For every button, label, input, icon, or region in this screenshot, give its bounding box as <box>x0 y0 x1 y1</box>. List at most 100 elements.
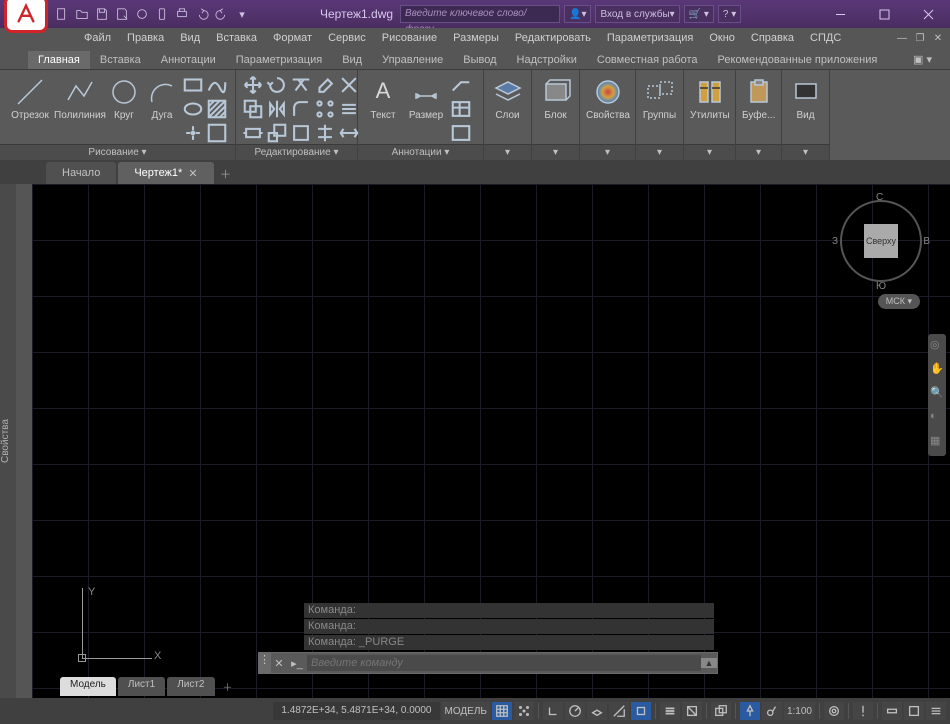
circle-button[interactable]: Круг <box>106 74 142 142</box>
tab-manage[interactable]: Управление <box>372 51 453 69</box>
properties-button[interactable]: Свойства <box>586 74 630 142</box>
doctab-start[interactable]: Начало <box>46 162 116 184</box>
wcs-selector[interactable]: МСК ▾ <box>878 294 920 309</box>
groups-button[interactable]: Группы <box>642 74 677 142</box>
dimension-button[interactable]: Размер <box>404 74 448 142</box>
tab-annotate[interactable]: Аннотации <box>151 51 226 69</box>
doctab-add[interactable]: ＋ <box>216 164 236 184</box>
rectangle-icon[interactable] <box>182 74 204 96</box>
pan-icon[interactable]: ✋ <box>930 362 944 380</box>
status-annovis-icon[interactable] <box>762 702 782 720</box>
saveas-icon[interactable] <box>113 5 131 23</box>
trim-icon[interactable] <box>290 74 312 96</box>
offset-icon[interactable] <box>338 98 360 120</box>
region-icon[interactable] <box>206 122 228 144</box>
scale-icon[interactable] <box>266 122 288 144</box>
tab-view[interactable]: Вид <box>332 51 372 69</box>
layers-button[interactable]: Слои <box>490 74 525 142</box>
panel-draw-title[interactable]: Рисование ▾ <box>0 144 235 160</box>
status-lwt-icon[interactable] <box>660 702 680 720</box>
save-icon[interactable] <box>93 5 111 23</box>
array-icon[interactable] <box>314 98 336 120</box>
menu-window[interactable]: Окно <box>701 30 743 46</box>
maximize-button[interactable] <box>862 0 906 28</box>
utilities-button[interactable]: Утилиты <box>690 74 730 142</box>
tab-output[interactable]: Вывод <box>453 51 506 69</box>
status-cycling-icon[interactable] <box>711 702 731 720</box>
layout-sheet1[interactable]: Лист1 <box>118 677 165 696</box>
cmdline-recent-icon[interactable]: ▲ <box>701 658 717 668</box>
cmdline-handle[interactable]: ⋮ <box>259 653 271 673</box>
menu-insert[interactable]: Вставка <box>208 30 265 46</box>
status-osnap-icon[interactable] <box>631 702 651 720</box>
rotate-icon[interactable] <box>266 74 288 96</box>
layout-add[interactable]: ＋ <box>217 677 239 696</box>
panel-clipboard-title[interactable]: ▾ <box>736 144 781 160</box>
status-annomonitor-icon[interactable] <box>853 702 873 720</box>
panel-annot-title[interactable]: Аннотации ▾ <box>358 144 483 160</box>
erase-icon[interactable] <box>314 74 336 96</box>
line-button[interactable]: Отрезок <box>6 74 54 142</box>
status-coordinates[interactable]: 1.4872E+34, 5.4871E+34, 0.0000 <box>273 702 439 720</box>
layout-sheet2[interactable]: Лист2 <box>167 677 214 696</box>
menu-tools[interactable]: Сервис <box>320 30 374 46</box>
menu-modify[interactable]: Редактировать <box>507 30 599 46</box>
status-otrack-icon[interactable] <box>609 702 629 720</box>
open-icon[interactable] <box>73 5 91 23</box>
tab-extra-icon[interactable]: ▣ ▾ <box>903 50 942 69</box>
status-annoscale-icon[interactable] <box>740 702 760 720</box>
doctab-close-icon[interactable]: ✕ <box>188 167 197 180</box>
mtext-icon[interactable] <box>450 122 472 144</box>
close-button[interactable] <box>906 0 950 28</box>
polyline-button[interactable]: Полилиния <box>56 74 104 142</box>
minimize-button[interactable] <box>818 0 862 28</box>
plot-icon[interactable] <box>173 5 191 23</box>
panel-props-title[interactable]: ▾ <box>580 144 635 160</box>
panel-utils-title[interactable]: ▾ <box>684 144 735 160</box>
panel-view-title[interactable]: ▾ <box>782 144 829 160</box>
point-icon[interactable] <box>182 122 204 144</box>
leader-icon[interactable] <box>450 74 472 96</box>
menu-spds[interactable]: СПДС <box>802 30 849 46</box>
lengthen-icon[interactable] <box>290 122 312 144</box>
status-isodraft-icon[interactable] <box>587 702 607 720</box>
mdi-minimize[interactable]: — <box>894 31 910 45</box>
showmotion-icon[interactable]: ▦ <box>930 434 944 452</box>
status-model[interactable]: МОДЕЛЬ <box>442 702 490 720</box>
text-button[interactable]: AТекст <box>364 74 402 142</box>
menu-view[interactable]: Вид <box>172 30 208 46</box>
layout-model[interactable]: Модель <box>60 677 116 696</box>
mobile-icon[interactable] <box>153 5 171 23</box>
panel-modify-title[interactable]: Редактирование ▾ <box>236 144 357 160</box>
tab-home[interactable]: Главная <box>28 51 90 69</box>
web-icon[interactable] <box>133 5 151 23</box>
stretch-icon[interactable] <box>242 122 264 144</box>
menu-parametric[interactable]: Параметризация <box>599 30 701 46</box>
redo-icon[interactable] <box>213 5 231 23</box>
orbit-icon[interactable]: ◐ <box>930 410 944 428</box>
table-icon[interactable] <box>450 98 472 120</box>
arc-button[interactable]: Дуга <box>144 74 180 142</box>
exchange-icon[interactable]: 🛒 ▾ <box>684 5 714 23</box>
menu-dimension[interactable]: Размеры <box>445 30 507 46</box>
status-custom-icon[interactable] <box>926 702 946 720</box>
panel-groups-title[interactable]: ▾ <box>636 144 683 160</box>
tab-insert[interactable]: Вставка <box>90 51 151 69</box>
doctab-drawing1[interactable]: Чертеж1*✕ <box>118 162 213 184</box>
tab-parametric[interactable]: Параметризация <box>226 51 332 69</box>
help-icon[interactable]: ? ▾ <box>718 5 741 23</box>
menu-file[interactable]: Файл <box>76 30 119 46</box>
search-input[interactable]: Введите ключевое слово/фразу <box>400 5 560 23</box>
new-icon[interactable] <box>53 5 71 23</box>
status-snap-icon[interactable] <box>514 702 534 720</box>
status-grid-icon[interactable] <box>492 702 512 720</box>
tab-collaborate[interactable]: Совместная работа <box>587 51 708 69</box>
panel-block-title[interactable]: ▾ <box>532 144 579 160</box>
status-workspace-icon[interactable] <box>824 702 844 720</box>
copy-icon[interactable] <box>242 98 264 120</box>
menu-draw[interactable]: Рисование <box>374 30 445 46</box>
ellipse-icon[interactable] <box>182 98 204 120</box>
view-button[interactable]: Вид <box>788 74 823 142</box>
align-icon[interactable] <box>314 122 336 144</box>
tab-featured[interactable]: Рекомендованные приложения <box>708 51 888 69</box>
